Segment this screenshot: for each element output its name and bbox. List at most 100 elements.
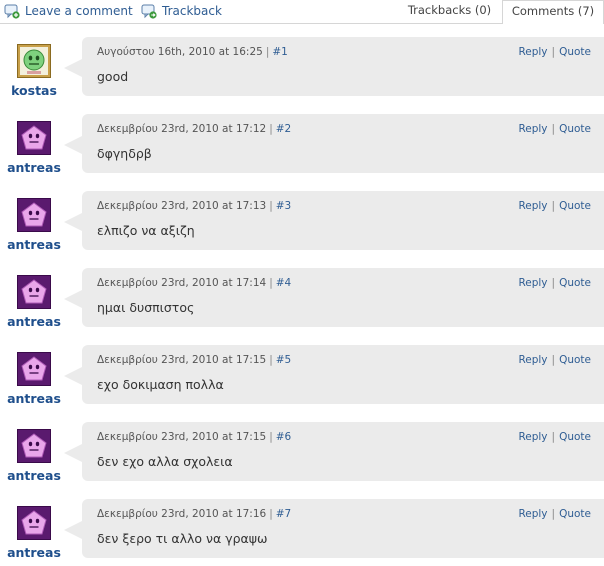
- quote-link[interactable]: Quote: [559, 354, 591, 366]
- speech-pointer: [64, 444, 82, 462]
- comment-permalink[interactable]: #6: [276, 431, 291, 443]
- comments-toolbar: Leave a comment Trackback Trackbacks (0)…: [0, 0, 604, 24]
- comment-text: δεν εχο αλλα σχολεια: [97, 454, 233, 469]
- comment-item: antreas Δεκεμβρίου 23rd, 2010 at 17:15 | #5…: [0, 345, 604, 407]
- quote-link[interactable]: Quote: [559, 200, 591, 212]
- reply-link[interactable]: Reply: [518, 46, 547, 58]
- meta-separator: |: [269, 200, 273, 212]
- comment-date: Δεκεμβρίου 23rd, 2010 at 17:16: [97, 508, 267, 520]
- comment-meta: Δεκεμβρίου 23rd, 2010 at 17:15 | #6: [97, 431, 291, 443]
- comment-actions: Reply | Quote: [518, 277, 591, 289]
- comment-meta: Δεκεμβρίου 23rd, 2010 at 17:13 | #3: [97, 200, 291, 212]
- comment-actions: Reply | Quote: [518, 46, 591, 58]
- comment-text: εχο δοκιμαση πολλα: [97, 377, 224, 392]
- speech-pointer: [64, 213, 82, 231]
- comment-date: Αυγούστου 16th, 2010 at 16:25: [97, 46, 263, 58]
- comment-bubble: Αυγούστου 16th, 2010 at 16:25 | #1 Reply | Qu…: [82, 37, 604, 96]
- meta-separator: |: [269, 123, 273, 135]
- comment-date: Δεκεμβρίου 23rd, 2010 at 17:15: [97, 431, 267, 443]
- avatar[interactable]: [17, 44, 51, 78]
- reply-link[interactable]: Reply: [518, 508, 547, 520]
- comment-permalink[interactable]: #1: [272, 46, 287, 58]
- comment-item: antreas Δεκεμβρίου 23rd, 2010 at 17:12 | #2…: [0, 114, 604, 176]
- action-separator: |: [551, 354, 556, 366]
- action-separator: |: [551, 508, 556, 520]
- meta-separator: |: [265, 46, 270, 58]
- quote-link[interactable]: Quote: [559, 277, 591, 289]
- comment-author[interactable]: antreas: [0, 545, 68, 560]
- reply-link[interactable]: Reply: [518, 123, 547, 135]
- avatar[interactable]: [17, 275, 51, 309]
- comment-meta: Δεκεμβρίου 23rd, 2010 at 17:15 | #5: [97, 354, 291, 366]
- avatar[interactable]: [17, 506, 51, 540]
- trackback-label: Trackback: [162, 4, 222, 18]
- trackback-icon: [141, 3, 157, 19]
- comment-author[interactable]: antreas: [0, 391, 68, 406]
- reply-link[interactable]: Reply: [518, 354, 547, 366]
- comment-bubble: Δεκεμβρίου 23rd, 2010 at 17:15 | #6 Reply | Q…: [82, 422, 604, 481]
- speech-pointer: [64, 521, 82, 539]
- action-separator: |: [551, 200, 556, 212]
- comment-author[interactable]: antreas: [0, 160, 68, 175]
- comment-meta: Αυγούστου 16th, 2010 at 16:25 | #1: [97, 46, 288, 58]
- comment-author[interactable]: antreas: [0, 314, 68, 329]
- comment-text: ημαι δυσπιστος: [97, 300, 195, 315]
- comment-item: antreas Δεκεμβρίου 23rd, 2010 at 17:14 | #4…: [0, 268, 604, 330]
- avatar[interactable]: [17, 352, 51, 386]
- comment-author[interactable]: antreas: [0, 237, 68, 252]
- quote-link[interactable]: Quote: [559, 46, 591, 58]
- comment-author[interactable]: antreas: [0, 468, 68, 483]
- comment-permalink[interactable]: #3: [276, 200, 291, 212]
- comment-author[interactable]: kostas: [0, 83, 68, 98]
- avatar[interactable]: [17, 121, 51, 155]
- comment-bubble: Δεκεμβρίου 23rd, 2010 at 17:16 | #7 Reply | Q…: [82, 499, 604, 558]
- comment-meta: Δεκεμβρίου 23rd, 2010 at 17:12 | #2: [97, 123, 291, 135]
- comment-text: δεν ξερο τι αλλο να γραψω: [97, 531, 268, 546]
- tab-comments[interactable]: Comments (7): [502, 0, 604, 24]
- comment-text: δφγηδρβ: [97, 146, 152, 161]
- comment-actions: Reply | Quote: [518, 123, 591, 135]
- comment-permalink[interactable]: #4: [276, 277, 291, 289]
- speech-pointer: [64, 59, 82, 77]
- comment-bubble: Δεκεμβρίου 23rd, 2010 at 17:13 | #3 Reply | Q…: [82, 191, 604, 250]
- action-separator: |: [551, 123, 556, 135]
- comment-bubble: Δεκεμβρίου 23rd, 2010 at 17:14 | #4 Reply | Q…: [82, 268, 604, 327]
- meta-separator: |: [269, 277, 273, 289]
- comment-actions: Reply | Quote: [518, 354, 591, 366]
- comment-date: Δεκεμβρίου 23rd, 2010 at 17:14: [97, 277, 267, 289]
- reply-link[interactable]: Reply: [518, 277, 547, 289]
- quote-link[interactable]: Quote: [559, 123, 591, 135]
- comment-date: Δεκεμβρίου 23rd, 2010 at 17:13: [97, 200, 267, 212]
- comment-actions: Reply | Quote: [518, 200, 591, 212]
- comment-text: good: [97, 69, 129, 84]
- meta-separator: |: [269, 354, 273, 366]
- comment-actions: Reply | Quote: [518, 431, 591, 443]
- comment-item: kostas Αυγούστου 16th, 2010 at 16:25 | #1 Re…: [0, 37, 604, 99]
- tab-trackbacks[interactable]: Trackbacks (0): [398, 0, 501, 22]
- comment-date: Δεκεμβρίου 23rd, 2010 at 17:15: [97, 354, 267, 366]
- leave-comment-link[interactable]: Leave a comment: [4, 3, 133, 19]
- leave-comment-label: Leave a comment: [25, 4, 133, 18]
- speech-pointer: [64, 367, 82, 385]
- quote-link[interactable]: Quote: [559, 508, 591, 520]
- comment-permalink[interactable]: #5: [276, 354, 291, 366]
- speech-pointer: [64, 136, 82, 154]
- action-separator: |: [551, 431, 556, 443]
- comment-actions: Reply | Quote: [518, 508, 591, 520]
- reply-link[interactable]: Reply: [518, 200, 547, 212]
- avatar[interactable]: [17, 429, 51, 463]
- quote-link[interactable]: Quote: [559, 431, 591, 443]
- reply-link[interactable]: Reply: [518, 431, 547, 443]
- comment-item: antreas Δεκεμβρίου 23rd, 2010 at 17:13 | #3…: [0, 191, 604, 253]
- trackback-link[interactable]: Trackback: [141, 3, 222, 19]
- comment-bubble: Δεκεμβρίου 23rd, 2010 at 17:12 | #2 Reply | Q…: [82, 114, 604, 173]
- comment-permalink[interactable]: #2: [276, 123, 291, 135]
- action-separator: |: [551, 46, 556, 58]
- avatar[interactable]: [17, 198, 51, 232]
- comment-permalink[interactable]: #7: [276, 508, 291, 520]
- comment-date: Δεκεμβρίου 23rd, 2010 at 17:12: [97, 123, 267, 135]
- comment-text: ελπιζο να αξιζη: [97, 223, 195, 238]
- meta-separator: |: [269, 431, 273, 443]
- comment-meta: Δεκεμβρίου 23rd, 2010 at 17:16 | #7: [97, 508, 291, 520]
- add-comment-icon: [4, 3, 20, 19]
